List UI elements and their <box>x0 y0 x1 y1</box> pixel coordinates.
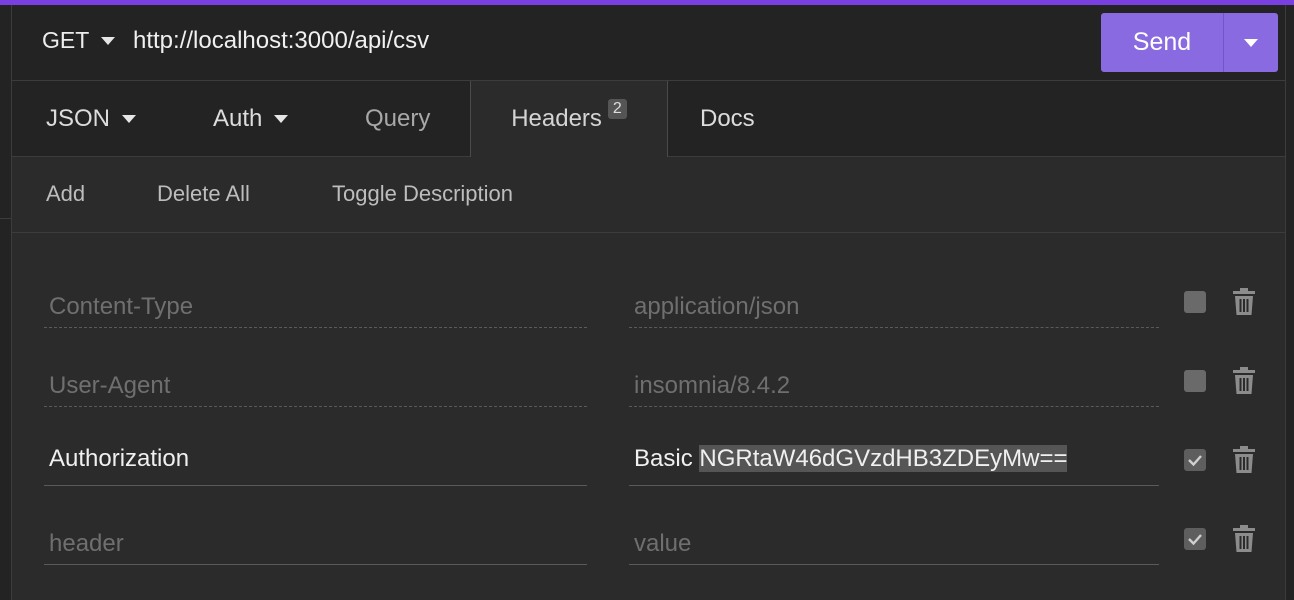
headers-toolbar: Add Delete All Toggle Description <box>12 157 1285 233</box>
tab-label: Docs <box>700 104 755 132</box>
url-input[interactable]: http://localhost:3000/api/csv <box>133 27 429 55</box>
header-value-field[interactable] <box>629 273 1159 328</box>
method-label: GET <box>42 27 90 53</box>
header-name-field[interactable] <box>44 510 587 565</box>
tab-query[interactable]: Query <box>365 81 430 156</box>
header-value-field[interactable] <box>629 510 1159 565</box>
header-value-field[interactable] <box>629 352 1159 407</box>
header-enable-checkbox[interactable] <box>1184 370 1206 392</box>
tab-label: Headers <box>511 105 602 132</box>
checkmark-icon <box>1188 455 1202 467</box>
header-enable-checkbox[interactable] <box>1184 291 1206 313</box>
chevron-down-icon <box>122 114 137 123</box>
header-name-input[interactable] <box>44 273 587 327</box>
selected-credentials-text: NGRtaW46dGVzdHB3ZDEyMw== <box>699 445 1068 472</box>
header-name-value[interactable]: Authorization <box>44 431 587 473</box>
header-value-input[interactable] <box>629 510 1159 564</box>
header-name-field[interactable]: Authorization <box>44 431 587 486</box>
send-button-group: Send <box>1101 13 1278 72</box>
header-name-input[interactable] <box>44 352 587 406</box>
header-row: Authorization Basic NGRtaW46dGVzdHB3ZDEy… <box>12 431 1285 510</box>
header-value-input[interactable] <box>629 352 1159 406</box>
tab-label: Query <box>365 104 431 132</box>
auth-scheme-text: Basic <box>634 445 700 472</box>
header-name-field[interactable] <box>44 352 587 407</box>
checkmark-icon <box>1188 534 1202 546</box>
header-value-value[interactable]: Basic NGRtaW46dGVzdHB3ZDEyMw== <box>629 431 1159 473</box>
tab-docs[interactable]: Docs <box>700 81 755 156</box>
request-tabs: JSON Auth Query Headers 2 Docs <box>12 81 1285 157</box>
header-name-input[interactable] <box>44 510 587 564</box>
url-bar: GET http://localhost:3000/api/csv Send <box>12 5 1285 81</box>
left-gutter <box>0 5 11 600</box>
header-enable-checkbox[interactable] <box>1184 528 1206 550</box>
header-enable-checkbox[interactable] <box>1184 449 1206 471</box>
trash-icon[interactable] <box>1232 367 1256 395</box>
chevron-down-icon <box>101 36 116 45</box>
header-value-input[interactable] <box>629 273 1159 327</box>
chevron-down-icon <box>274 114 289 123</box>
header-row <box>12 273 1285 352</box>
send-options-button[interactable] <box>1224 13 1278 72</box>
right-gutter <box>1285 5 1294 600</box>
send-button[interactable]: Send <box>1101 13 1223 72</box>
request-panel: GET http://localhost:3000/api/csv Send J… <box>11 5 1286 600</box>
trash-icon[interactable] <box>1232 446 1256 474</box>
delete-all-button[interactable]: Delete All <box>157 181 250 207</box>
trash-icon[interactable] <box>1232 288 1256 316</box>
toggle-description-button[interactable]: Toggle Description <box>332 181 513 207</box>
tab-body-json[interactable]: JSON <box>46 81 137 156</box>
header-value-field[interactable]: Basic NGRtaW46dGVzdHB3ZDEyMw== <box>629 431 1159 486</box>
header-row <box>12 352 1285 431</box>
tab-label: Auth <box>213 104 263 132</box>
add-header-button[interactable]: Add <box>46 181 85 207</box>
tab-headers[interactable]: Headers 2 <box>470 81 668 157</box>
chevron-down-icon <box>1244 38 1258 47</box>
tab-auth[interactable]: Auth <box>213 81 289 156</box>
method-dropdown[interactable]: GET <box>42 27 116 54</box>
headers-count-badge: 2 <box>607 99 627 119</box>
header-row <box>12 510 1285 589</box>
tab-label: JSON <box>46 104 111 132</box>
header-name-field[interactable] <box>44 273 587 328</box>
trash-icon[interactable] <box>1232 525 1256 553</box>
